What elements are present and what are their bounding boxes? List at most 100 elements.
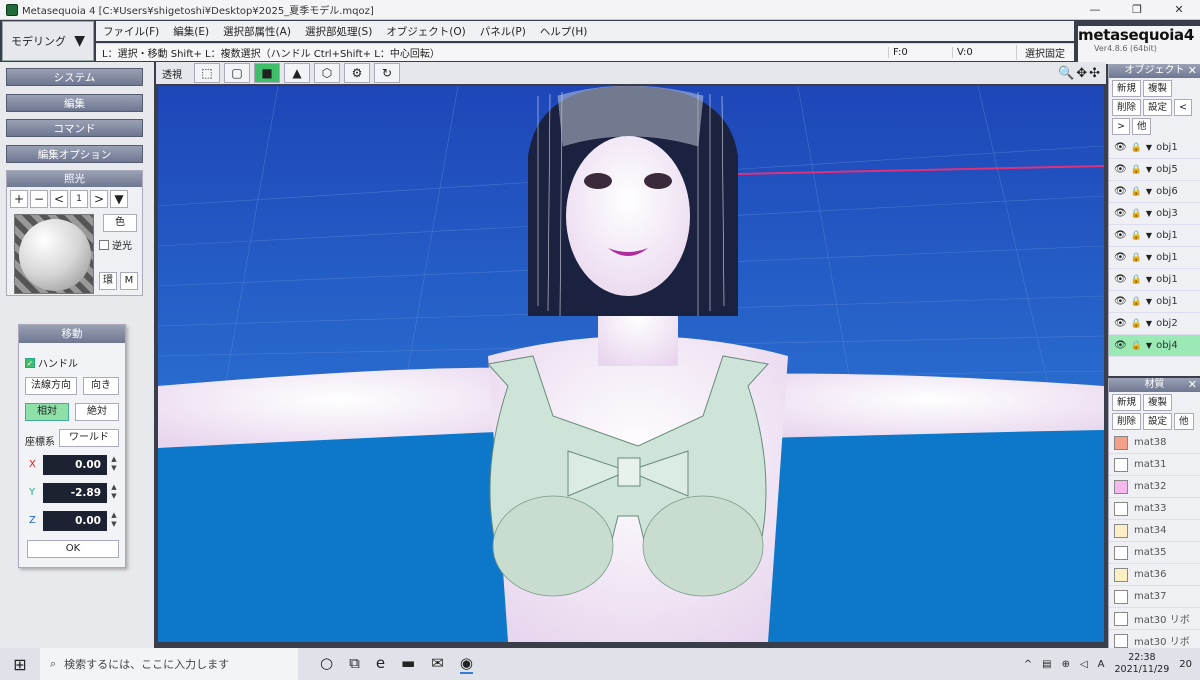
material-row[interactable]: mat31 [1109,454,1200,476]
material-row[interactable]: mat38 [1109,432,1200,454]
check-icon[interactable]: ✓ [25,357,35,368]
remove-icon[interactable]: − [30,190,48,208]
z-value-field[interactable]: 0.00 [43,511,107,531]
material-new-button[interactable]: 新規 [1112,394,1142,411]
eye-icon[interactable]: 👁 [1114,318,1127,329]
object-other-button[interactable]: 他 [1131,118,1152,135]
next-icon[interactable]: > [90,190,108,208]
object-prev-button[interactable]: < [1174,99,1192,116]
material-duplicate-button[interactable]: 複製 [1143,394,1173,411]
lock-icon[interactable]: 🔒 [1131,143,1142,153]
menu-panel[interactable]: パネル(P) [473,24,533,39]
solid-view-icon[interactable]: ■ [254,63,280,83]
object-row[interactable]: 👁 🔒 ▼ obj3 [1109,203,1200,225]
clock[interactable]: 22:38 2021/11/29 [1115,652,1170,676]
menu-selection-process[interactable]: 選択部処理(S) [298,24,379,39]
chevron-down-icon[interactable]: ▼ [1146,253,1152,262]
eye-icon[interactable]: 👁 [1114,164,1127,175]
light-sphere-preview[interactable] [14,214,94,294]
object-row[interactable]: 👁 🔒 ▼ obj1 [1109,291,1200,313]
z-spinner[interactable]: ▲ ▼ [109,511,119,531]
prev-icon[interactable]: < [50,190,68,208]
material-row[interactable]: mat36 [1109,564,1200,586]
perspective-label[interactable]: 透視 [162,66,190,81]
x-value-field[interactable]: 0.00 [43,455,107,475]
object-row[interactable]: 👁 🔒 ▼ obj1 [1109,247,1200,269]
chevron-down-icon[interactable]: ▼ [1146,231,1152,240]
material-delete-button[interactable]: 削除 [1112,413,1142,430]
command-button[interactable]: コマンド [6,119,143,137]
m-button[interactable]: M [120,272,138,290]
mode-selector[interactable]: モデリング ▼ [2,21,94,61]
volume-icon[interactable]: ◁ [1080,659,1088,670]
lock-icon[interactable]: 🔒 [1131,209,1142,219]
chevron-down-icon[interactable]: ▼ [1146,187,1152,196]
material-row[interactable]: mat30 リボ [1109,608,1200,630]
eye-icon[interactable]: 👁 [1114,230,1127,241]
lock-icon[interactable]: 🔒 [1131,253,1142,263]
chevron-down-icon[interactable]: ▼ [1146,319,1152,328]
chevron-down-icon[interactable]: ▼ [1146,341,1152,350]
lock-icon[interactable]: 🔒 [1131,187,1142,197]
metasequoia-icon[interactable]: ◉ [459,654,473,674]
lock-icon[interactable]: 🔒 [1131,297,1142,307]
chevron-down-icon[interactable]: ▼ [110,190,128,208]
y-value-field[interactable]: -2.89 [43,483,107,503]
restore-button[interactable]: ❐ [1116,0,1158,20]
env-button[interactable]: 環 [99,272,117,290]
windows-start-icon[interactable]: ⊞ [0,655,40,674]
minimize-button[interactable]: — [1074,0,1116,20]
object-row[interactable]: 👁 🔒 ▼ obj5 [1109,159,1200,181]
menu-selection-attributes[interactable]: 選択部属性(A) [216,24,298,39]
selection-lock-button[interactable]: 選択固定 [1016,45,1073,60]
backlight-toggle[interactable]: 逆光 [99,237,132,252]
menu-file[interactable]: ファイル(F) [96,24,166,39]
chevron-down-icon[interactable]: ▼ [1146,143,1152,152]
lock-icon[interactable]: 🔒 [1131,275,1142,285]
material-row[interactable]: mat33 [1109,498,1200,520]
relative-button[interactable]: 相対 [25,403,69,421]
handle-toggle[interactable]: ✓ ハンドル [25,355,78,370]
mail-icon[interactable]: ✉ [431,654,444,674]
explorer-icon[interactable]: ▬ [401,654,415,674]
normal-direction-button[interactable]: 法線方向 [25,377,77,395]
chevron-down-icon[interactable]: ▼ [1146,297,1152,306]
absolute-button[interactable]: 絶対 [75,403,119,421]
object-new-button[interactable]: 新規 [1112,80,1142,97]
lock-icon[interactable]: 🔒 [1131,165,1142,175]
rotate-view-icon[interactable]: ✣ [1089,66,1100,81]
material-row[interactable]: mat34 [1109,520,1200,542]
zoom-icon[interactable]: 🔍 [1058,66,1074,81]
cube-icon[interactable]: ⬡ [314,63,340,83]
edit-option-button[interactable]: 編集オプション [6,145,143,163]
ok-button[interactable]: OK [27,540,119,558]
object-row[interactable]: 👁 🔒 ▼ obj1 [1109,137,1200,159]
select-rect-icon[interactable]: ⬚ [194,63,220,83]
object-next-button[interactable]: > [1112,118,1130,135]
chevron-up-icon[interactable]: ^ [1024,659,1032,670]
chevron-down-icon[interactable]: ▼ [1146,209,1152,218]
eye-icon[interactable]: 👁 [1114,252,1127,263]
close-button[interactable]: ✕ [1158,0,1200,20]
object-delete-button[interactable]: 削除 [1112,99,1142,116]
close-icon[interactable]: ✕ [1188,378,1197,392]
menu-help[interactable]: ヘルプ(H) [533,24,595,39]
lock-icon[interactable]: 🔒 [1131,341,1142,351]
lock-icon[interactable]: 🔒 [1131,319,1142,329]
refresh-icon[interactable]: ↻ [374,63,400,83]
chevron-down-icon[interactable]: ▼ [1146,275,1152,284]
menu-edit[interactable]: 編集(E) [166,24,216,39]
menu-object[interactable]: オブジェクト(O) [379,24,472,39]
coord-system-select[interactable]: ワールド [59,429,119,447]
eye-icon[interactable]: 👁 [1114,142,1127,153]
direction-button[interactable]: 向き [83,377,119,395]
material-row[interactable]: mat32 [1109,476,1200,498]
3d-viewport[interactable] [158,86,1104,642]
material-other-button[interactable]: 他 [1174,413,1194,430]
eye-icon[interactable]: 👁 [1114,274,1127,285]
network-icon[interactable]: ▤ [1042,659,1051,670]
material-settings-button[interactable]: 設定 [1143,413,1173,430]
chevron-down-icon[interactable]: ▼ [1146,165,1152,174]
material-row[interactable]: mat35 [1109,542,1200,564]
material-row[interactable]: mat37 [1109,586,1200,608]
